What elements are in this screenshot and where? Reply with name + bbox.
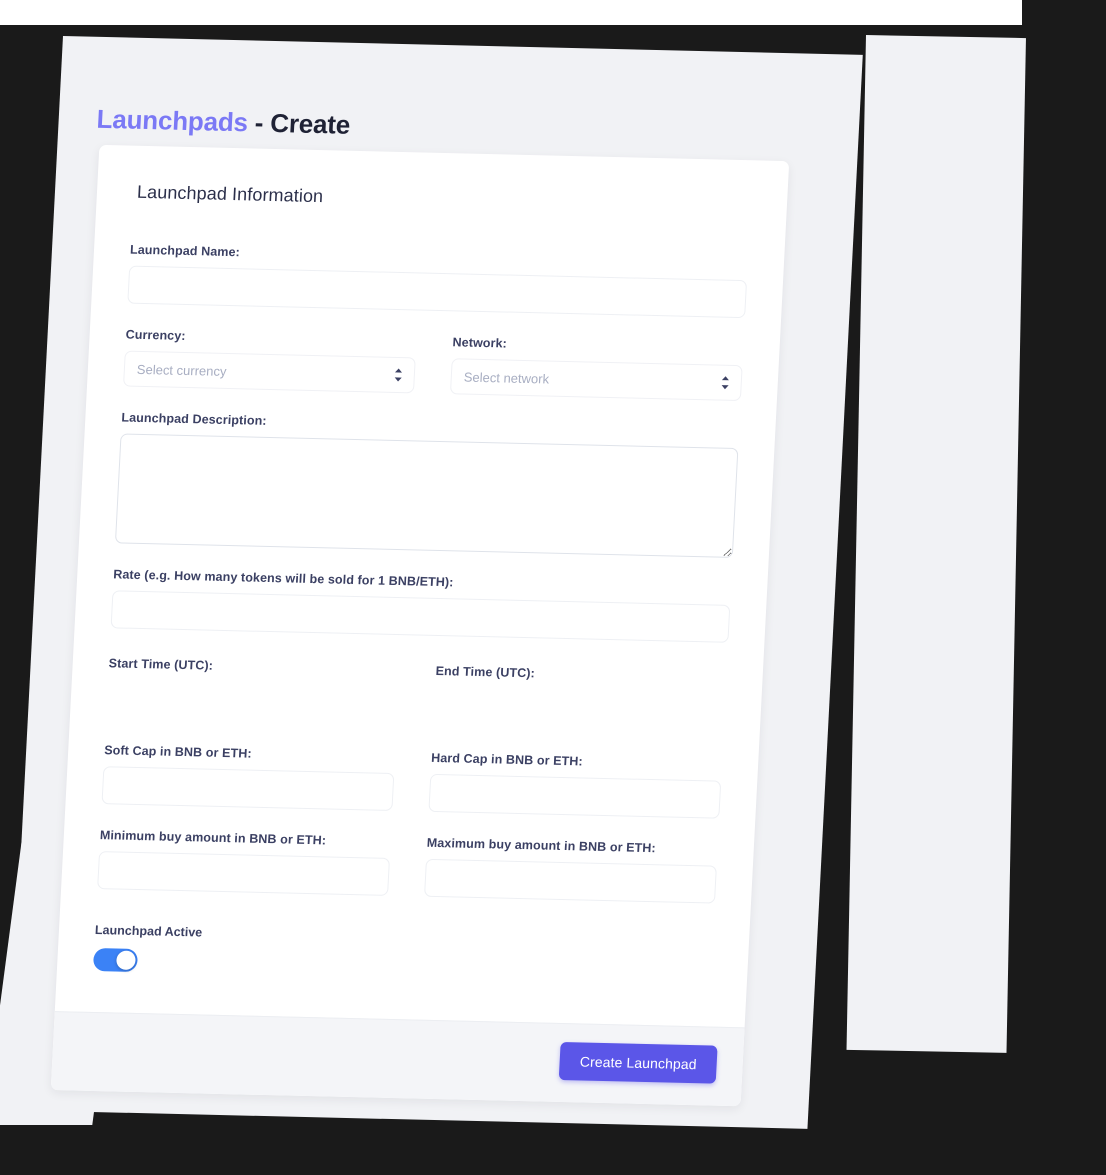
card-heading: Launchpad Information: [136, 181, 324, 207]
soft-cap-label: Soft Cap in BNB or ETH:: [103, 743, 253, 761]
network-label: Network:: [452, 335, 508, 351]
launchpad-information-card: Launchpad Information Launchpad Name: Cu…: [50, 144, 790, 1107]
page-title-accent: Launchpads: [95, 104, 249, 138]
launchpad-active-toggle[interactable]: [92, 947, 139, 973]
start-time-label: Start Time (UTC):: [108, 656, 214, 673]
app-page-panel: Launchpads - Create Launchpad Informatio…: [7, 36, 863, 1129]
card-body: Launchpad Information Launchpad Name: Cu…: [55, 145, 789, 1027]
currency-label: Currency:: [125, 327, 186, 343]
currency-network-row: Currency: Select currency Network: Selec…: [123, 328, 744, 402]
toggle-knob: [115, 950, 136, 970]
page-title: Launchpads - Create: [96, 104, 351, 141]
field-network: Network: Select network: [449, 335, 744, 402]
hard-cap-input[interactable]: [428, 773, 722, 819]
start-time-input[interactable]: [106, 679, 399, 721]
launchpad-active-label: Launchpad Active: [94, 923, 203, 940]
max-buy-input[interactable]: [424, 858, 717, 904]
field-max-buy: Maximum buy amount in BNB or ETH:: [424, 836, 718, 904]
field-launchpad-active: Launchpad Active: [92, 923, 714, 991]
field-currency: Currency: Select currency: [123, 328, 417, 394]
card-footer: Create Launchpad: [50, 1011, 745, 1107]
currency-select[interactable]: Select currency: [123, 350, 416, 394]
field-rate: Rate (e.g. How many tokens will be sold …: [110, 567, 732, 643]
network-select[interactable]: Select network: [449, 358, 743, 402]
min-buy-input[interactable]: [97, 851, 390, 896]
field-hard-cap: Hard Cap in BNB or ETH:: [428, 751, 722, 819]
soft-cap-input[interactable]: [101, 766, 395, 811]
hard-cap-label: Hard Cap in BNB or ETH:: [430, 750, 584, 769]
launchpad-description-textarea[interactable]: [114, 433, 739, 558]
background-panel-right: [846, 35, 1026, 1053]
field-launchpad-description: Launchpad Description:: [114, 410, 740, 558]
field-soft-cap: Soft Cap in BNB or ETH:: [101, 743, 395, 811]
end-time-label: End Time (UTC):: [435, 663, 536, 681]
field-start-time: Start Time (UTC):: [106, 656, 400, 721]
field-launchpad-name: Launchpad Name:: [127, 243, 748, 319]
min-buy-label: Minimum buy amount in BNB or ETH:: [99, 828, 327, 848]
page-title-rest: - Create: [247, 107, 351, 141]
end-time-input[interactable]: [433, 686, 726, 728]
buy-amount-row: Minimum buy amount in BNB or ETH: Maximu…: [97, 828, 718, 904]
screenshot-stage: Launchpads - Create Launchpad Informatio…: [0, 0, 1106, 1175]
field-end-time: End Time (UTC):: [433, 664, 727, 728]
max-buy-label: Maximum buy amount in BNB or ETH:: [426, 835, 657, 856]
rate-input[interactable]: [110, 590, 731, 643]
field-min-buy: Minimum buy amount in BNB or ETH:: [97, 828, 391, 896]
top-white-strip: [0, 0, 1022, 25]
launchpad-name-input[interactable]: [127, 265, 748, 319]
dark-background-frame-corner: [1022, 0, 1106, 40]
create-launchpad-button[interactable]: Create Launchpad: [558, 1042, 718, 1084]
time-row: Start Time (UTC): End Time (UTC):: [106, 656, 727, 728]
cap-row: Soft Cap in BNB or ETH: Hard Cap in BNB …: [101, 743, 722, 819]
